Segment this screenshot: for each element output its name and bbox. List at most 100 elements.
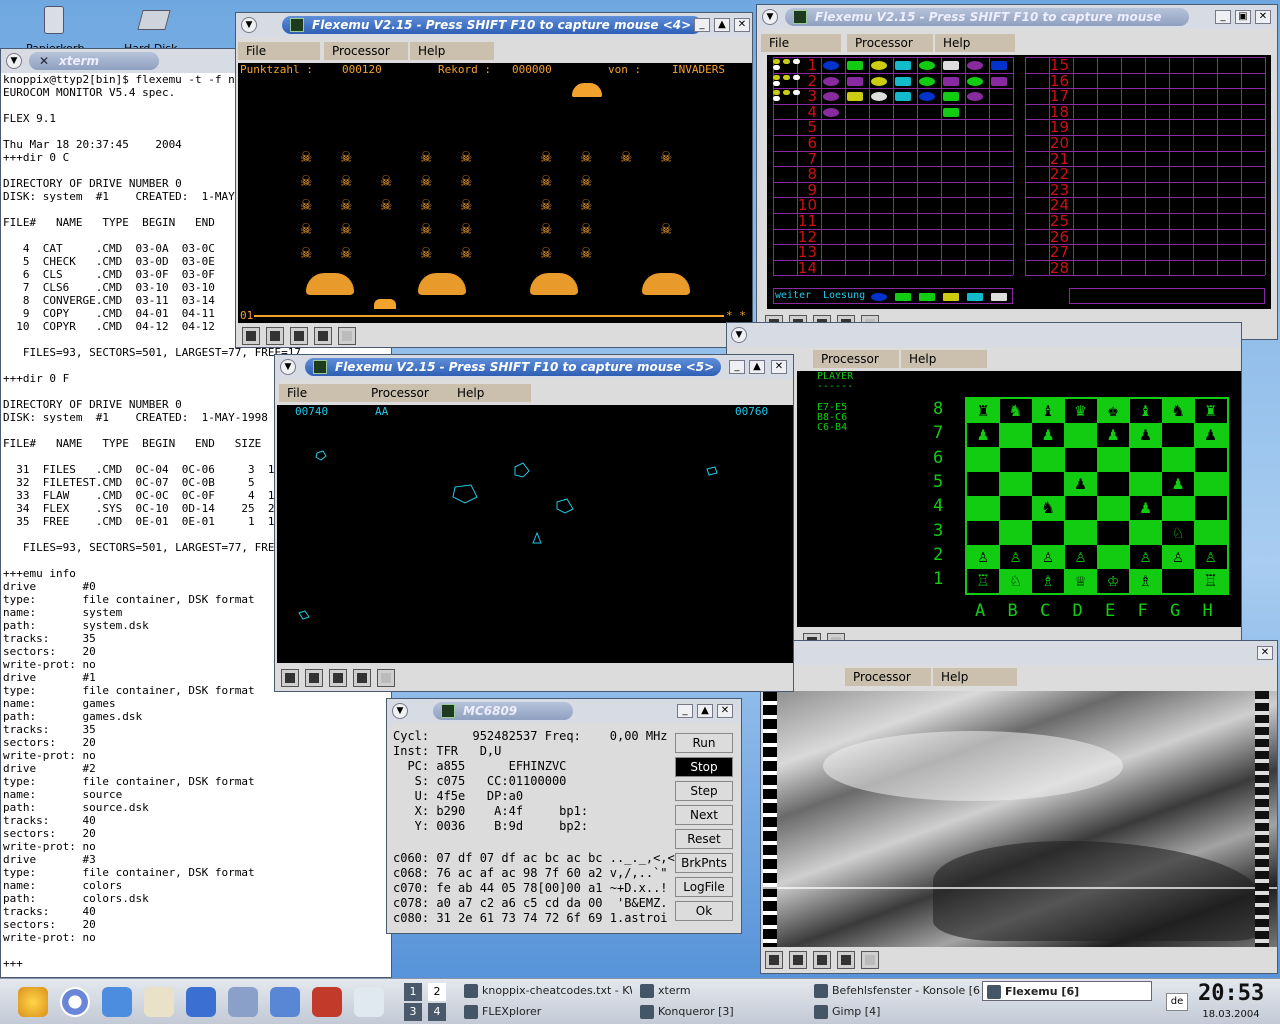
window-menu-button[interactable]: ▼: [241, 17, 257, 33]
cpu-icon[interactable]: [861, 951, 879, 969]
title-bar[interactable]: ▼ Flexemu V2.15 - Press SHIFT F10 to cap…: [275, 355, 793, 379]
menu-help[interactable]: Help: [935, 34, 1015, 52]
close-button[interactable]: ✕: [717, 704, 733, 718]
window-menu-button[interactable]: ▼: [392, 703, 408, 719]
desktop-switch-3[interactable]: 3: [404, 1003, 422, 1021]
palette-color[interactable]: [991, 293, 1007, 301]
palette-color[interactable]: [919, 293, 935, 301]
board-square[interactable]: ♘: [999, 569, 1032, 594]
board-square[interactable]: ♟: [1162, 471, 1194, 496]
close-button[interactable]: ✕: [734, 18, 750, 32]
control-center-icon[interactable]: [228, 987, 258, 1017]
title-bar[interactable]: ▼ MC6809 _ ▲ ✕: [387, 699, 741, 723]
menu-help[interactable]: Help: [410, 42, 494, 60]
board-square[interactable]: [1064, 496, 1097, 521]
window-menu-button[interactable]: ▼: [762, 9, 778, 25]
menu-help[interactable]: Help: [933, 668, 1017, 686]
drive-1-icon[interactable]: [266, 327, 284, 345]
chess-board[interactable]: ♜ ♞ ♝ ♛ ♚ ♝ ♞ ♜ ♟ ♟ ♟ ♟ ♟ ♟ ♟ ♞ ♟ ♘ ♙ ♙ ♙ ♙ ♙ ♙ ♙ ♖ ♘ ♗ ♕ ♔ ♗ ♖: [965, 397, 1229, 595]
board-square[interactable]: [1162, 423, 1194, 448]
desktop-icon-trash[interactable]: Papierkorb: [26, 4, 84, 55]
board-square[interactable]: ♙: [1129, 544, 1162, 569]
board-square[interactable]: [1097, 496, 1129, 521]
board-square[interactable]: [967, 447, 999, 472]
lifebuoy-help-icon[interactable]: [60, 987, 90, 1017]
reset-button[interactable]: Reset: [675, 829, 733, 849]
board-square[interactable]: ♟: [1129, 423, 1162, 448]
board-square[interactable]: [1064, 447, 1097, 472]
task-konsole[interactable]: Befehlsfenster - Konsole [6]: [810, 981, 980, 1001]
minimize-button[interactable]: _: [677, 704, 693, 718]
menu-file[interactable]: File: [279, 384, 363, 402]
invaders-screen[interactable]: Punktzahl : 000120 Rekord : 000000 von :…: [238, 63, 752, 323]
menu-processor[interactable]: Processor: [847, 34, 933, 52]
kde-menu-icon[interactable]: [18, 987, 48, 1017]
minimize-button[interactable]: _: [729, 360, 745, 374]
logfile-button[interactable]: LogFile: [675, 877, 733, 897]
minimize-button[interactable]: _: [694, 18, 710, 32]
breakpoints-button[interactable]: BrkPnts: [675, 853, 733, 873]
task-flexemu[interactable]: Flexemu [6]: [982, 981, 1152, 1001]
close-button[interactable]: ✕: [1255, 10, 1271, 24]
board-square[interactable]: ♙: [999, 544, 1032, 569]
board-square[interactable]: [999, 496, 1032, 521]
board-square[interactable]: [1097, 520, 1129, 545]
chess-screen[interactable]: PLAYER ------ E7-E5 B8-C6 C6-B4 ♜ ♞ ♝ ♛ ♚ ♝ ♞ ♜ ♟ ♟…: [797, 371, 1241, 627]
clock-time[interactable]: 20:53: [1198, 981, 1264, 1007]
maximize-button[interactable]: ▲: [749, 360, 765, 374]
drive-2-icon[interactable]: [329, 669, 347, 687]
desktop-switch-2[interactable]: 2: [428, 983, 446, 1001]
maximize-button[interactable]: ▲: [697, 704, 713, 718]
board-square[interactable]: ♟: [1194, 423, 1227, 448]
package-icon[interactable]: [186, 987, 216, 1017]
board-square[interactable]: ♗: [1129, 569, 1162, 594]
drive-3-icon[interactable]: [837, 951, 855, 969]
menu-help[interactable]: Help: [901, 350, 987, 368]
board-square[interactable]: [1194, 471, 1227, 496]
menu-processor[interactable]: Processor: [324, 42, 408, 60]
next-button[interactable]: Next: [675, 805, 733, 825]
board-square[interactable]: [1194, 496, 1227, 521]
palette-color[interactable]: [871, 293, 887, 301]
menu-help[interactable]: Help: [449, 384, 531, 402]
board-square[interactable]: ♜: [1194, 399, 1227, 423]
board-square[interactable]: [1129, 471, 1162, 496]
board-square[interactable]: ♖: [1194, 569, 1227, 594]
board-square[interactable]: [999, 423, 1032, 448]
desktop-switch-4[interactable]: 4: [428, 1003, 446, 1021]
board-square[interactable]: ♙: [1032, 544, 1064, 569]
desktop-icon-harddisk[interactable]: Hard Disk: [120, 4, 190, 55]
menu-processor[interactable]: Processor: [845, 668, 931, 686]
keyboard-layout[interactable]: de: [1166, 993, 1188, 1011]
task-gimp[interactable]: Gimp [4]: [810, 1002, 980, 1022]
desktop-switch-1[interactable]: 1: [404, 983, 422, 1001]
task-xterm[interactable]: xterm: [636, 981, 806, 1001]
editor-icon[interactable]: [144, 987, 174, 1017]
solution-button[interactable]: Loesung: [823, 289, 865, 303]
palette-color[interactable]: [943, 293, 959, 301]
menu-processor[interactable]: Processor: [363, 384, 453, 402]
board-square[interactable]: [1032, 520, 1064, 545]
board-square[interactable]: [1162, 496, 1194, 521]
drive-0-icon[interactable]: [242, 327, 260, 345]
konqueror-icon[interactable]: [270, 987, 300, 1017]
title-bar[interactable]: ▼ Flexemu V2.15 - Press SHIFT F10 to cap…: [236, 13, 752, 37]
board-square[interactable]: ♜: [967, 399, 999, 423]
board-square[interactable]: [1064, 520, 1097, 545]
drive-0-icon[interactable]: [765, 951, 783, 969]
menu-file[interactable]: File: [238, 42, 320, 60]
drive-1-icon[interactable]: [305, 669, 323, 687]
board-square[interactable]: ♙: [1194, 544, 1227, 569]
board-square[interactable]: [1194, 447, 1227, 472]
close-button[interactable]: ✕: [771, 360, 787, 374]
minimize-button[interactable]: _: [1215, 10, 1231, 24]
board-square[interactable]: ♟: [1032, 423, 1064, 448]
palette-color[interactable]: [895, 293, 911, 301]
board-square[interactable]: ♕: [1064, 569, 1097, 594]
maximize-button[interactable]: ▲: [714, 18, 730, 32]
board-square[interactable]: [1097, 447, 1129, 472]
board-square[interactable]: ♙: [1162, 544, 1194, 569]
board-square[interactable]: [1129, 520, 1162, 545]
board-square[interactable]: [967, 471, 999, 496]
close-button[interactable]: ✕: [1257, 646, 1273, 660]
